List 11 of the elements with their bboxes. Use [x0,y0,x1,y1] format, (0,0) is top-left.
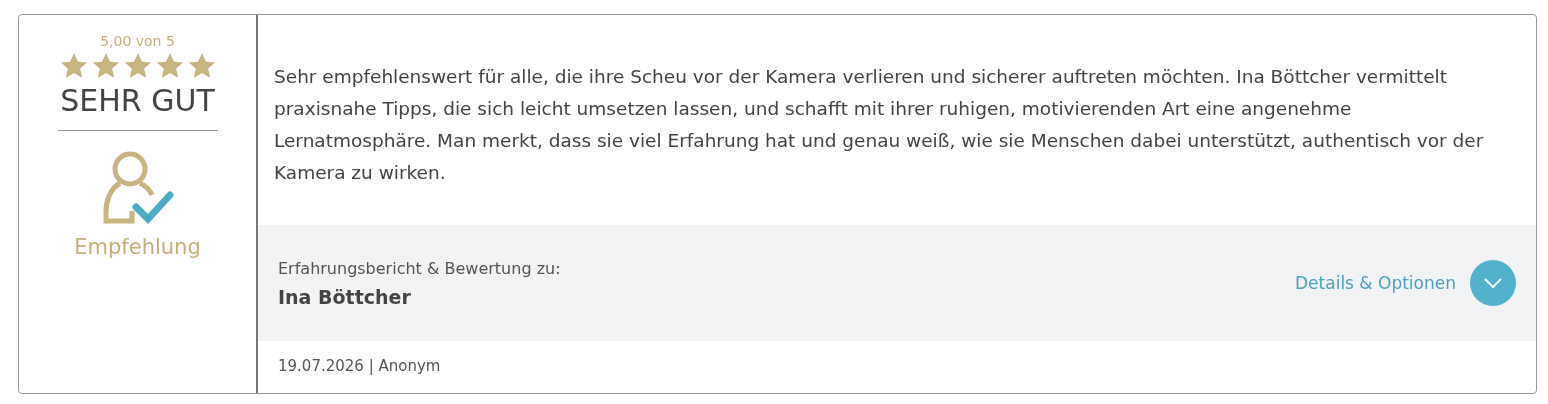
details-link[interactable]: Details & Optionen [1295,273,1456,293]
review-text: Sehr empfehlenswert für alle, die ihre Scheu vor der Kamera verlieren und sicherer auftreten möchten. Ina Böttcher vermittelt praxisnahe Tipps, die sich leicht umsetzen lassen, und schafft mit ihrer ruhigen, motivierenden Art eine angenehme Lernatmosphäre. Man merkt, dass sie viel Erfahrung hat und genau weiß, wie sie Menschen dabei unterstützt, authentisch vor der Kamera zu wirken. [273,65,1485,185]
rating-verdict: SEHR GUT [60,83,215,118]
subject-name: Ina Böttcher [278,285,412,308]
expand-button[interactable] [1470,260,1516,306]
chevron-down-icon [1484,278,1502,288]
rating-score: 5,00 von 5 [100,33,175,49]
subject-label: Erfahrungsbericht & Bewertung zu: [278,258,561,278]
user-check-icon [101,149,174,225]
review-meta: 19.07.2026 | Anonym [277,356,442,377]
recommendation-label: Empfehlung [74,235,201,259]
